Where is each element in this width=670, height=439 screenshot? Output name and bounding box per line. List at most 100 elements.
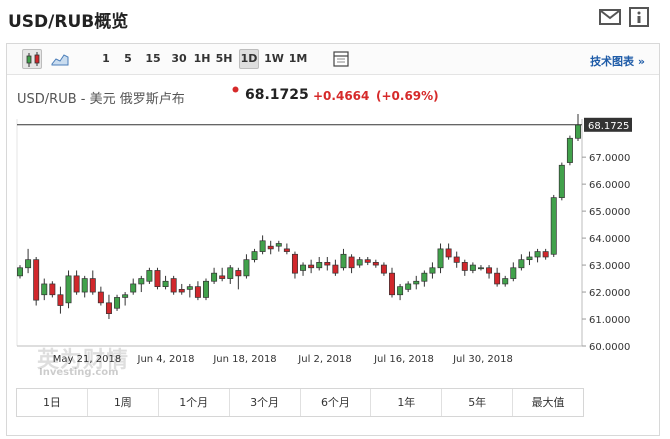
candle-up — [421, 272, 428, 282]
candle-up — [558, 164, 565, 198]
y-tick-label: 66.0000 — [589, 180, 630, 191]
candle-up — [251, 251, 258, 261]
candle-down — [178, 288, 185, 293]
candle-down — [324, 262, 331, 266]
candle-up — [469, 264, 476, 271]
y-tick-label: 61.0000 — [589, 315, 630, 326]
candle-down — [105, 302, 112, 314]
candle-down — [235, 270, 242, 277]
page-root: USD/RUB概览 1 5 15 30 1H 5H 1D 1W 1M 技术图表 … — [0, 0, 670, 439]
candle-down — [461, 262, 468, 271]
y-tick-label: 63.0000 — [589, 261, 630, 272]
candle-up — [81, 278, 88, 293]
candle-down — [389, 272, 395, 296]
candle-up — [211, 272, 218, 282]
range-button[interactable]: 3个月 — [230, 389, 301, 416]
candle-up — [122, 294, 129, 298]
candle-up — [243, 259, 250, 277]
candle-up — [566, 137, 573, 163]
y-tick-label: 60.0000 — [589, 342, 630, 353]
candle-up — [437, 248, 444, 269]
candle-down — [49, 283, 56, 296]
chart-panel: 1 5 15 30 1H 5H 1D 1W 1M 技术图表 » USD/RUB - 美元 俄罗斯… — [6, 43, 660, 436]
candle-down — [97, 291, 104, 304]
candle-down — [154, 270, 161, 288]
candle-down — [291, 253, 298, 274]
page-header: USD/RUB概览 — [0, 0, 670, 36]
watermark-sub: Investing.com — [39, 367, 119, 378]
candle-up — [146, 270, 153, 282]
range-button[interactable]: 1年 — [371, 389, 443, 416]
candle-up — [550, 197, 557, 255]
candle-up — [518, 259, 525, 269]
candle-down — [194, 286, 201, 298]
candle-up — [405, 283, 412, 290]
candle-down — [308, 264, 315, 269]
page-title: USD/RUB概览 — [8, 12, 129, 32]
candle-up — [356, 259, 363, 266]
x-tick-label: Jun 4, 2018 — [137, 354, 195, 365]
mail-icon[interactable] — [599, 7, 621, 27]
range-button[interactable]: 5年 — [442, 389, 514, 416]
candle-down — [73, 275, 80, 293]
candle-down — [486, 267, 493, 274]
candle-up — [130, 283, 137, 293]
candle-up — [575, 124, 581, 139]
range-button[interactable]: 最大值 — [513, 389, 583, 416]
candle-down — [453, 256, 460, 263]
candle-up — [316, 262, 323, 269]
candlestick-chart[interactable]: 67.0000 66.0000 65.0000 64.0000 63.0000 62.00… — [7, 44, 659, 384]
x-tick-label: Jul 30, 2018 — [452, 354, 513, 365]
candle-down — [542, 251, 549, 258]
candle-down — [494, 272, 501, 285]
candle-up — [502, 278, 509, 285]
candle-up — [162, 280, 169, 288]
y-tick-label: 65.0000 — [589, 207, 630, 218]
x-tick-label: Jun 18, 2018 — [212, 354, 276, 365]
candle-up — [186, 286, 193, 290]
candle-up — [477, 267, 484, 270]
range-selector: 1日 1周 1个月 3个月 6个月 1年 5年 最大值 — [16, 388, 584, 417]
candle-up — [413, 280, 420, 285]
candle-up — [114, 297, 121, 309]
candle-down — [348, 256, 355, 269]
candle-down — [89, 278, 96, 293]
range-button[interactable]: 1周 — [88, 389, 159, 416]
candle-up — [526, 256, 533, 261]
candle-up — [397, 286, 404, 296]
range-button[interactable]: 1日 — [17, 389, 88, 416]
candle-up — [65, 275, 72, 304]
candle-up — [340, 253, 347, 269]
range-button[interactable]: 1个月 — [159, 389, 230, 416]
candle-down — [372, 262, 379, 266]
candle-up — [275, 243, 282, 247]
y-tick-label: 64.0000 — [589, 234, 630, 245]
watermark: 英为财情 Investing.com — [37, 342, 137, 382]
candle-up — [300, 264, 307, 271]
candle-up — [138, 278, 145, 285]
y-tick-label: 62.0000 — [589, 288, 630, 299]
candle-down — [170, 278, 177, 293]
candle-down — [364, 259, 371, 263]
candle-up — [41, 283, 48, 296]
info-icon[interactable] — [628, 7, 650, 27]
y-tick-label: 67.0000 — [589, 153, 630, 164]
candle-down — [332, 264, 339, 274]
candle-up — [17, 267, 23, 277]
x-tick-label: Jul 2, 2018 — [297, 354, 351, 365]
candle-up — [203, 280, 209, 298]
range-button[interactable]: 6个月 — [301, 389, 372, 416]
candle-down — [57, 294, 64, 306]
candle-up — [510, 267, 517, 279]
candle-up — [227, 267, 234, 279]
candle-up — [25, 259, 32, 269]
candle-down — [380, 264, 387, 274]
candle-down — [283, 248, 290, 252]
candle-down — [33, 259, 40, 301]
candle-up — [429, 267, 436, 274]
candle-down — [445, 248, 452, 258]
candle-down — [219, 275, 226, 279]
candle-down — [267, 245, 274, 250]
candle-up — [534, 251, 541, 258]
x-tick-label: Jul 16, 2018 — [373, 354, 434, 365]
